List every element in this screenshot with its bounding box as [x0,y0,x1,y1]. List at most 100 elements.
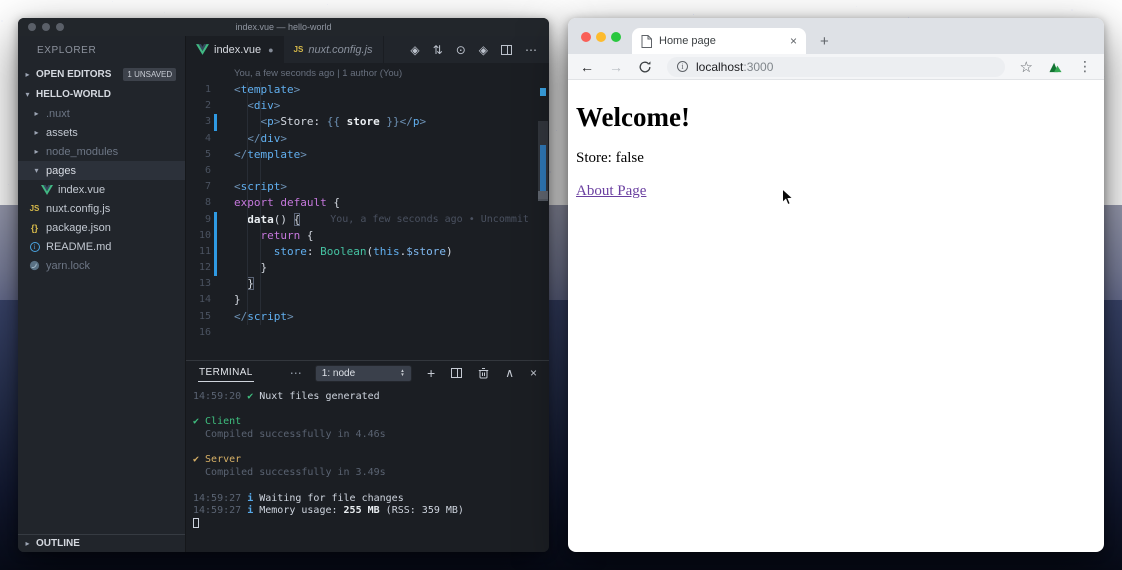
file-tree: ▸.nuxt▸assets▸node_modules▾pagesindex.vu… [18,104,185,275]
about-page-link[interactable]: About Page [576,183,646,199]
tree-item-readme-md[interactable]: iREADME.md [18,237,185,256]
tab-title: Home page [659,35,783,47]
gitlens-graph-icon[interactable]: ◈ [479,43,488,57]
bookmark-star-icon[interactable]: ☆ [1020,58,1033,76]
overview-ruler[interactable] [538,63,548,360]
tree-item-yarn-lock[interactable]: yarn.lock [18,256,185,275]
chevron-right-icon: ▸ [32,109,41,118]
modified-mark [540,88,546,96]
tree-item--nuxt[interactable]: ▸.nuxt [18,104,185,123]
indent-guide [260,82,261,325]
terminal-line: ✔ Client [193,416,549,429]
extension-icon[interactable] [1048,60,1063,73]
js-file-icon: JS [294,45,304,54]
maximize-panel-icon[interactable]: ∧ [505,366,514,380]
explorer-title: EXPLORER [18,36,185,64]
chevron-right-icon: ▸ [23,70,32,79]
minimize-window-button[interactable] [596,32,606,42]
terminal-cursor [193,518,199,528]
terminal-line [193,480,549,493]
close-window-button[interactable] [28,23,36,31]
tab-label: nuxt.config.js [308,44,372,56]
tab-label: index.vue [214,44,261,56]
code-line-2: 2 <div> [186,98,549,114]
code-line-9: 9 data() {You, a few seconds ago • Uncom… [186,212,549,228]
chevron-down-icon: ▾ [32,166,41,175]
tab-nuxt-config[interactable]: JS nuxt.config.js [284,36,384,63]
outline-section[interactable]: ▸ OUTLINE [18,534,185,552]
terminal-line [193,518,549,531]
tree-item-pages[interactable]: ▾pages [18,161,185,180]
more-actions-icon[interactable]: ⋯ [525,43,537,57]
zoom-window-button[interactable] [611,32,621,42]
terminal-panel-tab[interactable]: TERMINAL [198,364,254,382]
project-root-section[interactable]: ▾ HELLO-WORLD [18,84,185,104]
terminal-more-icon[interactable]: ⋯ [290,366,302,380]
code-line-15: 15</script> [186,309,549,325]
split-terminal-icon[interactable] [451,368,462,378]
back-button[interactable]: ← [580,60,594,74]
url-text: localhost:3000 [696,60,773,74]
close-panel-icon[interactable]: × [530,366,537,380]
editor-tab-bar: index.vue ● JS nuxt.config.js ◈ ⇅ ⊙ ◈ ⋯ [186,36,549,63]
terminal-line: 14:59:27 i Memory usage: 255 MB (RSS: 35… [193,505,549,518]
tree-item-nuxt-config-js[interactable]: JSnuxt.config.js [18,199,185,218]
tree-item-package-json[interactable]: {}package.json [18,218,185,237]
forward-button[interactable]: → [609,60,623,74]
zoom-window-button[interactable] [56,23,64,31]
vscode-window-title: index.vue — hello-world [235,22,331,32]
scrollbar-block [538,191,548,201]
chevron-right-icon: ▸ [23,539,32,548]
new-terminal-icon[interactable]: + [427,365,435,381]
new-tab-button[interactable]: + [820,33,829,50]
terminal-output[interactable]: 14:59:20 ✔ Nuxt files generated✔ Client … [186,385,549,531]
stepper-icon: ▲▼ [400,369,404,377]
chevron-right-icon: ▸ [32,147,41,156]
kill-terminal-icon[interactable] [478,367,489,379]
tab-index-vue[interactable]: index.vue ● [186,36,284,63]
close-window-button[interactable] [581,32,591,42]
editor-actions: ◈ ⇅ ⊙ ◈ ⋯ [398,36,549,63]
chrome-window: Home page × + ← → i localhost:3000 ☆ ⋮ W… [568,18,1104,552]
terminal-line: Compiled successfully in 3.49s [193,467,549,480]
store-status-text: Store: false [576,150,1096,167]
open-changes-icon[interactable]: ⇅ [433,43,443,57]
terminal-select-value: 1: node [322,368,355,379]
code-line-3: 3 <p>Store: {{ store }}</p> [186,114,549,130]
address-bar[interactable]: i localhost:3000 [667,57,1005,77]
minimize-window-button[interactable] [42,23,50,31]
gitlens-inline-blame: You, a few seconds ago • Uncommit [300,212,529,228]
terminal-select[interactable]: 1: node ▲▼ [315,365,412,382]
terminal-line [193,404,549,417]
code-editor[interactable]: You, a few seconds ago | 1 author (You) … [186,63,549,360]
chrome-menu-icon[interactable]: ⋮ [1078,58,1092,75]
terminal-panel: TERMINAL ⋯ 1: node ▲▼ + ∧ × [186,360,549,552]
split-editor-icon[interactable] [501,45,512,55]
browser-tab-home-page[interactable]: Home page × [632,28,806,54]
vue-logo-icon [196,44,209,55]
tree-item-assets[interactable]: ▸assets [18,123,185,142]
terminal-line: ✔ Server [193,454,549,467]
modified-mark [540,145,546,191]
page-favicon-icon [641,35,652,48]
json-file-icon: {} [31,223,38,233]
open-editors-section[interactable]: ▸ OPEN EDITORS 1 UNSAVED [18,64,185,84]
unsaved-dot-icon[interactable]: ● [268,45,273,55]
tree-item-index-vue[interactable]: index.vue [18,180,185,199]
close-tab-icon[interactable]: × [790,34,797,48]
web-page-content: Welcome! Store: false About Page [568,80,1104,208]
page-heading: Welcome! [576,102,1096,133]
open-editors-label: OPEN EDITORS [36,69,111,80]
open-preview-icon[interactable]: ⊙ [456,43,466,57]
tree-item-node-modules[interactable]: ▸node_modules [18,142,185,161]
terminal-line: Compiled successfully in 4.46s [193,429,549,442]
gitlens-file-blame-icon[interactable]: ◈ [410,43,419,57]
vscode-titlebar[interactable]: index.vue — hello-world [18,18,549,36]
vue-logo-icon [41,185,53,195]
code-line-5: 5</template> [186,147,549,163]
code-line-13: 13 } [186,276,549,292]
reload-button[interactable] [638,60,652,74]
gitlens-codelens[interactable]: You, a few seconds ago | 1 author (You) [234,68,549,81]
code-line-1: 1<template> [186,82,549,98]
site-info-icon[interactable]: i [677,61,688,72]
